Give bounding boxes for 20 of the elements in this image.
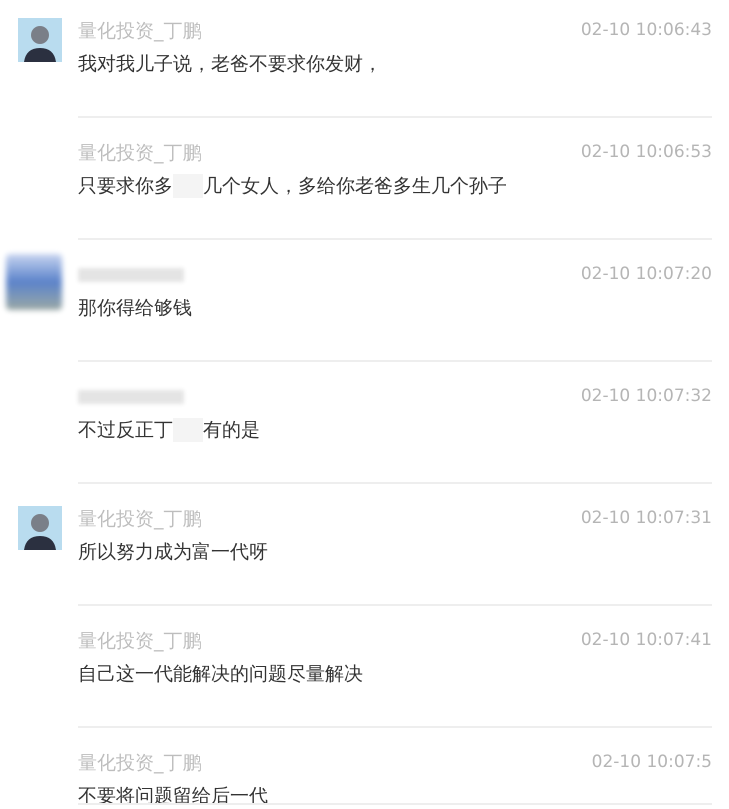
- message-text: 只要求你多: [78, 174, 173, 198]
- message-text: 自己这一代能解决的问题尽量解决: [78, 662, 363, 686]
- timestamp: 02-10 10:07:31: [580, 507, 712, 530]
- user-name[interactable]: 量化投资_丁鹏: [78, 626, 202, 656]
- timestamp: 02-10 10:07:20: [580, 263, 712, 286]
- user-name[interactable]: 量化投资_丁鹏: [78, 504, 202, 534]
- message-text: 所以努力成为富一代呀: [78, 540, 268, 564]
- message-text: 几个女人，多给你老爸多生几个孙子: [203, 174, 507, 198]
- message-text: 不过反正丁: [78, 418, 173, 442]
- user-name[interactable]: 量化投资_丁鹏: [78, 748, 202, 778]
- message-text: 有的是: [203, 418, 260, 442]
- timestamp: 02-10 10:06:43: [580, 19, 712, 42]
- message-text: 我对我儿子说，老爸不要求你发财，: [78, 52, 382, 76]
- user-name[interactable]: 量化投资_丁鹏: [78, 138, 202, 168]
- message-text: 那你得给够钱: [78, 296, 192, 320]
- timestamp: 02-10 10:07:5: [592, 751, 712, 774]
- timestamp: 02-10 10:06:53: [580, 141, 712, 164]
- user-name[interactable]: 量化投资_丁鹏: [78, 16, 202, 46]
- timestamp: 02-10 10:07:32: [580, 385, 712, 408]
- timestamp: 02-10 10:07:41: [580, 629, 712, 652]
